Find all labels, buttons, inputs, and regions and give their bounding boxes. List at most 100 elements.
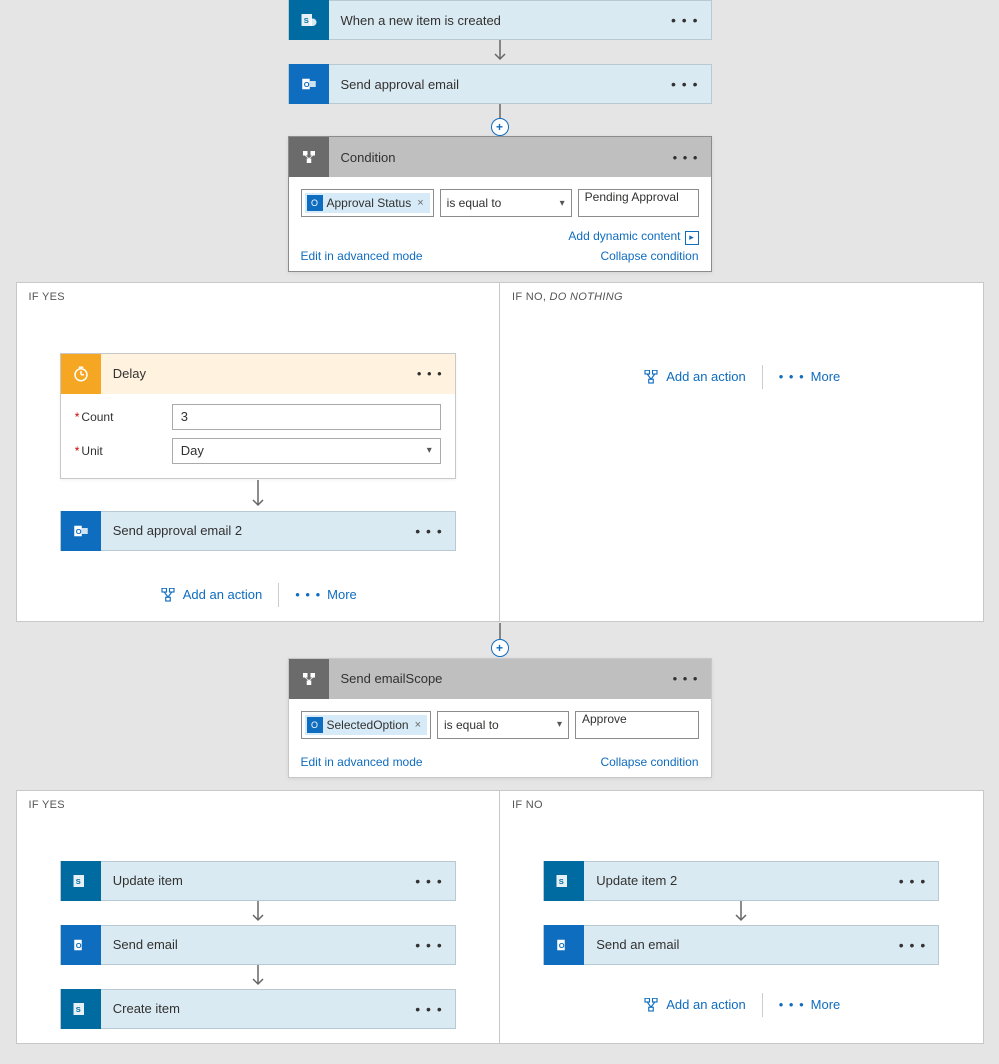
chevron-down-icon: ▾ (560, 198, 565, 209)
remove-token-icon[interactable]: × (415, 719, 421, 731)
chevron-down-icon: ▾ (427, 445, 432, 456)
ellipsis-icon[interactable]: • • • (887, 873, 938, 889)
ellipsis-icon[interactable]: • • • (403, 937, 454, 953)
arrow-down-icon (251, 479, 265, 511)
edit-advanced-mode-link[interactable]: Edit in advanced mode (301, 249, 423, 263)
outlook-icon: O (61, 925, 101, 965)
add-action-icon (159, 588, 177, 602)
outlook-icon: O (61, 511, 101, 551)
insert-step-button[interactable]: + (491, 639, 509, 657)
condition-operator-select[interactable]: is equal to ▾ (437, 711, 569, 739)
ellipsis-icon[interactable]: • • • (405, 366, 455, 381)
ellipsis-icon[interactable]: • • • (659, 76, 710, 92)
condition-title: Send emailScope (329, 671, 661, 686)
add-action-icon (642, 998, 660, 1012)
condition-title: Condition (329, 150, 661, 165)
unit-label: *Unit (75, 444, 160, 458)
action-send-an-email[interactable]: O Send an email • • • (543, 925, 939, 965)
count-input[interactable]: 3 (172, 404, 441, 430)
add-action-button[interactable]: Add an action (159, 587, 263, 602)
condition-card-2: Send emailScope • • • O SelectedOption ×… (288, 658, 712, 778)
step-title: Create item (101, 1001, 404, 1016)
sharepoint-icon: S (289, 0, 329, 40)
more-dots-icon: • • • (779, 369, 805, 384)
more-dots-icon: • • • (779, 997, 805, 1012)
step-title: Send approval email (329, 77, 660, 92)
step-title: Send email (101, 937, 404, 952)
arrow-down-icon (734, 901, 748, 925)
svg-text:S: S (559, 877, 564, 886)
add-action-button[interactable]: Add an action (642, 997, 746, 1012)
condition-header[interactable]: Send emailScope • • • (289, 659, 711, 699)
condition-left-operand[interactable]: O Approval Status × (301, 189, 434, 217)
step-title: Send an email (584, 937, 887, 952)
more-dots-icon: • • • (295, 587, 321, 602)
action-send-approval-email-2[interactable]: O Send approval email 2 • • • (60, 511, 456, 551)
ellipsis-icon[interactable]: • • • (887, 937, 938, 953)
edit-advanced-mode-link[interactable]: Edit in advanced mode (301, 755, 423, 769)
condition-icon (289, 137, 329, 177)
branch-label: IF NO (512, 799, 971, 811)
ellipsis-icon[interactable]: • • • (659, 12, 710, 28)
ellipsis-icon[interactable]: • • • (403, 873, 454, 889)
svg-text:O: O (303, 80, 309, 89)
branch-label: IF YES (29, 291, 488, 303)
ellipsis-icon[interactable]: • • • (403, 523, 454, 539)
remove-token-icon[interactable]: × (417, 197, 423, 209)
outlook-icon: O (289, 64, 329, 104)
operator-value: is equal to (447, 196, 502, 210)
dynamic-content-token[interactable]: O SelectedOption × (305, 715, 428, 735)
sharepoint-icon: S (61, 989, 101, 1029)
condition-operator-select[interactable]: is equal to ▾ (440, 189, 572, 217)
dynamic-content-token[interactable]: O Approval Status × (305, 193, 430, 213)
ellipsis-icon[interactable]: • • • (661, 671, 711, 686)
branch-if-no: IF NO, DO NOTHING Add an action • • • Mo… (500, 282, 984, 622)
add-action-icon (642, 370, 660, 384)
token-label: Approval Status (327, 196, 412, 210)
svg-text:O: O (559, 941, 565, 950)
outlook-token-icon: O (307, 195, 323, 211)
condition-value-input[interactable]: Pending Approval (578, 189, 699, 217)
unit-select[interactable]: Day ▾ (172, 438, 441, 464)
action-update-item[interactable]: S Update item • • • (60, 861, 456, 901)
ellipsis-icon[interactable]: • • • (661, 150, 711, 165)
more-button[interactable]: • • • More (779, 369, 841, 384)
delay-title: Delay (101, 366, 405, 381)
action-update-item-2[interactable]: S Update item 2 • • • (543, 861, 939, 901)
condition-value-input[interactable]: Approve (575, 711, 699, 739)
branch-label: IF NO, DO NOTHING (512, 291, 971, 303)
trigger-sharepoint-new-item[interactable]: S When a new item is created • • • (288, 0, 712, 40)
action-send-approval-email[interactable]: O Send approval email • • • (288, 64, 712, 104)
delay-card: Delay • • • *Count 3 *Unit Day ▾ (60, 353, 456, 479)
count-label: *Count (75, 410, 160, 424)
delay-header[interactable]: Delay • • • (61, 354, 455, 394)
condition-card: Condition • • • O Approval Status × is e… (288, 136, 712, 272)
condition2-branches: IF YES S Update item • • • O (16, 790, 984, 1044)
condition-header[interactable]: Condition • • • (289, 137, 711, 177)
collapse-condition-link[interactable]: Collapse condition (600, 249, 698, 263)
value-text: Pending Approval (585, 190, 679, 204)
add-action-button[interactable]: Add an action (642, 369, 746, 384)
ellipsis-icon[interactable]: • • • (403, 1001, 454, 1017)
more-button[interactable]: • • • More (295, 587, 357, 602)
step-title: When a new item is created (329, 13, 660, 28)
sharepoint-icon: S (61, 861, 101, 901)
insert-step-button[interactable]: + (491, 118, 509, 136)
add-dynamic-content-link[interactable]: Add dynamic content▸ (568, 229, 698, 245)
branch2-if-yes: IF YES S Update item • • • O (16, 790, 501, 1044)
more-button[interactable]: • • • More (779, 997, 841, 1012)
operator-value: is equal to (444, 718, 499, 732)
separator (278, 583, 279, 607)
separator (762, 993, 763, 1017)
action-send-email[interactable]: O Send email • • • (60, 925, 456, 965)
step-title: Send approval email 2 (101, 523, 404, 538)
condition-branches: IF YES Delay • • • *Count 3 (16, 282, 984, 622)
collapse-condition-link[interactable]: Collapse condition (600, 755, 698, 769)
value-text: Approve (582, 712, 627, 726)
action-create-item[interactable]: S Create item • • • (60, 989, 456, 1029)
arrow-down-icon (493, 40, 507, 64)
step-title: Update item (101, 873, 404, 888)
step-title: Update item 2 (584, 873, 887, 888)
condition-left-operand[interactable]: O SelectedOption × (301, 711, 432, 739)
arrow-down-icon (251, 901, 265, 925)
